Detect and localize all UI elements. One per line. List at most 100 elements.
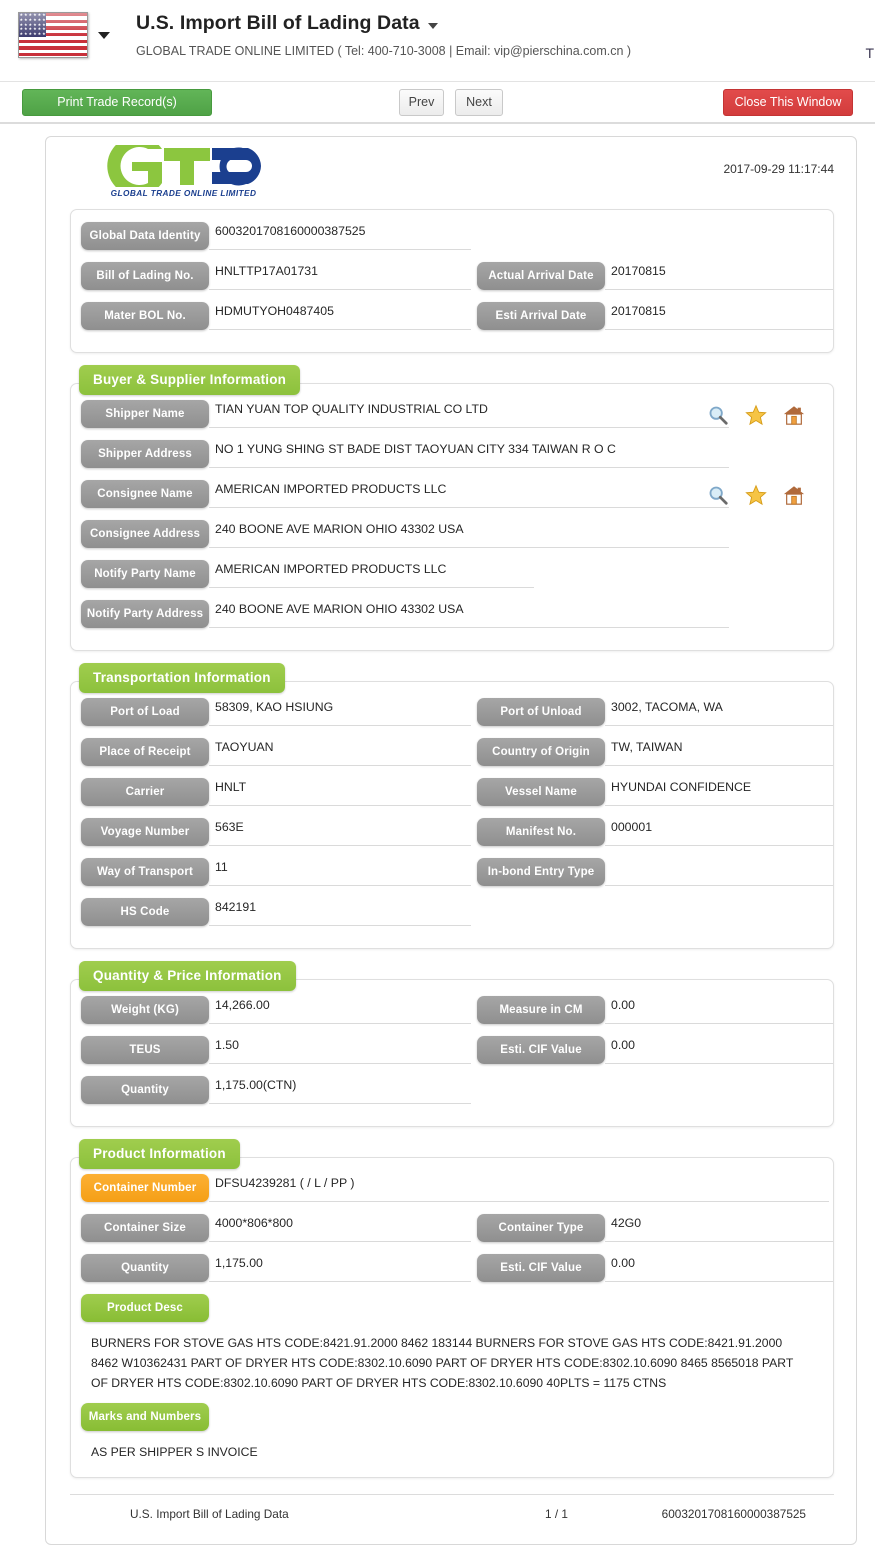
value-product-esti-cif-value: 0.00 [605,1252,833,1282]
country-selector[interactable]: ★★★★★★ ★★★★★★ ★★★★★★ ★★★★★★ ★★★★★★ [18,12,110,58]
value-mater-bol-no: HDMUTYOH0487405 [209,300,471,330]
label-manifest-no: Manifest No. [477,818,605,846]
value-shipper-address: NO 1 YUNG SHING ST BADE DIST TAOYUAN CIT… [209,438,729,468]
marks-label-row: Marks and Numbers [71,1401,833,1435]
transportation-row: Way of Transport 11 In-bond Entry Type [71,856,833,896]
value-consignee-name: AMERICAN IMPORTED PRODUCTS LLC [209,478,729,508]
prev-button[interactable]: Prev [399,89,444,116]
print-trade-records-button[interactable]: Print Trade Record(s) [22,89,212,116]
page-title-text: U.S. Import Bill of Lading Data [136,12,420,34]
label-voyage-number: Voyage Number [81,818,209,846]
record-page: GLOBAL TRADE ONLINE LIMITED 2017-09-29 1… [45,136,857,1546]
value-manifest-no: 000001 [605,816,833,846]
label-container-number: Container Number [81,1174,209,1202]
label-esti-cif-value: Esti. CIF Value [477,1036,605,1064]
value-port-of-unload: 3002, TACOMA, WA [605,696,833,726]
us-flag-icon[interactable]: ★★★★★★ ★★★★★★ ★★★★★★ ★★★★★★ ★★★★★★ [18,12,88,58]
value-country-of-origin: TW, TAIWAN [605,736,833,766]
close-window-button[interactable]: Close This Window [723,89,853,116]
quantity-price-row: Quantity 1,175.00(CTN) [71,1074,833,1114]
product-panel: Product Information Container Number DFS… [70,1139,834,1479]
app-header: ★★★★★★ ★★★★★★ ★★★★★★ ★★★★★★ ★★★★★★ U.S. … [0,0,875,82]
transportation-panel: Transportation Information Port of Load … [70,663,834,949]
value-shipper-name: TIAN YUAN TOP QUALITY INDUSTRIAL CO LTD [209,398,729,428]
transportation-row: Carrier HNLT Vessel Name HYUNDAI CONFIDE… [71,776,833,816]
value-container-number: DFSU4239281 ( / L / PP ) [209,1172,829,1202]
quantity-price-row: TEUS 1.50 Esti. CIF Value 0.00 [71,1034,833,1074]
shipper-action-icons [707,404,805,426]
transportation-row: Port of Load 58309, KAO HSIUNG Port of U… [71,696,833,736]
search-icon[interactable] [707,404,729,426]
product-desc-text: BURNERS FOR STOVE GAS HTS CODE:8421.91.2… [91,1336,794,1390]
label-bill-of-lading-no: Bill of Lading No. [81,262,209,290]
label-measure-in-cm: Measure in CM [477,996,605,1024]
edge-clipped-text: T [865,45,874,61]
page-title[interactable]: U.S. Import Bill of Lading Data [136,12,631,35]
footer-page-number: 1 / 1 [545,1507,568,1522]
label-consignee-address: Consignee Address [81,520,209,548]
identity-row: Bill of Lading No. HNLTTP17A01731 Actual… [71,260,833,300]
footer-title: U.S. Import Bill of Lading Data [130,1507,289,1522]
buyer-supplier-row: Shipper Name TIAN YUAN TOP QUALITY INDUS… [71,398,833,438]
search-icon[interactable] [707,484,729,506]
company-contact-line: GLOBAL TRADE ONLINE LIMITED ( Tel: 400-7… [136,44,632,58]
value-consignee-address: 240 BOONE AVE MARION OHIO 43302 USA [209,518,729,548]
chevron-down-icon[interactable] [98,31,110,39]
chevron-down-icon[interactable] [427,22,438,29]
buyer-supplier-row: Consignee Address 240 BOONE AVE MARION O… [71,518,833,558]
buyer-supplier-row: Notify Party Address 240 BOONE AVE MARIO… [71,598,833,638]
home-icon[interactable] [783,404,805,426]
value-global-data-identity: 6003201708160000387525 [209,220,471,250]
value-vessel-name: HYUNDAI CONFIDENCE [605,776,833,806]
value-container-size: 4000*806*800 [209,1212,471,1242]
header-title-block: U.S. Import Bill of Lading Data GLOBAL T… [136,12,631,58]
label-shipper-address: Shipper Address [81,440,209,468]
buyer-supplier-panel: Buyer & Supplier Information Shipper Nam… [70,365,834,651]
value-teus: 1.50 [209,1034,471,1064]
value-actual-arrival-date: 20170815 [605,260,833,290]
label-carrier: Carrier [81,778,209,806]
value-bill-of-lading-no: HNLTTP17A01731 [209,260,471,290]
label-actual-arrival-date: Actual Arrival Date [477,262,605,290]
label-marks-and-numbers: Marks and Numbers [81,1403,209,1432]
product-row: Container Number DFSU4239281 ( / L / PP … [71,1172,833,1212]
label-product-esti-cif-value: Esti. CIF Value [477,1254,605,1282]
value-quantity: 1,175.00(CTN) [209,1074,471,1104]
star-icon[interactable] [745,484,767,506]
label-container-type: Container Type [477,1214,605,1242]
value-in-bond-entry-type [605,856,833,886]
value-esti-cif-value: 0.00 [605,1034,833,1064]
document-header: GLOBAL TRADE ONLINE LIMITED 2017-09-29 1… [46,136,856,209]
action-toolbar: Print Trade Record(s) Prev Next Close Th… [0,82,875,124]
star-icon[interactable] [745,404,767,426]
document-footer: U.S. Import Bill of Lading Data 1 / 1 60… [70,1494,834,1532]
gto-logo: GLOBAL TRADE ONLINE LIMITED [106,136,296,198]
value-product-quantity: 1,175.00 [209,1252,471,1282]
identity-panel: Global Data Identity 6003201708160000387… [70,209,834,353]
transportation-row: Voyage Number 563E Manifest No. 000001 [71,816,833,856]
product-desc-label-row: Product Desc [71,1292,833,1326]
label-esti-arrival-date: Esti Arrival Date [477,302,605,330]
quantity-price-panel: Quantity & Price Information Weight (KG)… [70,961,834,1127]
buyer-supplier-row: Notify Party Name AMERICAN IMPORTED PROD… [71,558,833,598]
value-measure-in-cm: 0.00 [605,994,833,1024]
value-hs-code: 842191 [209,896,471,926]
next-button[interactable]: Next [455,89,503,116]
label-product-quantity: Quantity [81,1254,209,1282]
label-port-of-load: Port of Load [81,698,209,726]
label-in-bond-entry-type: In-bond Entry Type [477,858,605,886]
buyer-supplier-tab: Buyer & Supplier Information [79,365,301,395]
label-place-of-receipt: Place of Receipt [81,738,209,766]
gto-logo-mark [106,136,261,196]
product-row: Quantity 1,175.00 Esti. CIF Value 0.00 [71,1252,833,1292]
identity-row: Mater BOL No. HDMUTYOH0487405 Esti Arriv… [71,300,833,340]
transportation-row: Place of Receipt TAOYUAN Country of Orig… [71,736,833,776]
value-notify-party-address: 240 BOONE AVE MARION OHIO 43302 USA [209,598,729,628]
label-port-of-unload: Port of Unload [477,698,605,726]
home-icon[interactable] [783,484,805,506]
marks-and-numbers-text: AS PER SHIPPER S INVOICE [91,1445,258,1460]
product-row: Container Size 4000*806*800 Container Ty… [71,1212,833,1252]
value-notify-party-name: AMERICAN IMPORTED PRODUCTS LLC [209,558,534,588]
value-port-of-load: 58309, KAO HSIUNG [209,696,471,726]
label-weight-kg: Weight (KG) [81,996,209,1024]
